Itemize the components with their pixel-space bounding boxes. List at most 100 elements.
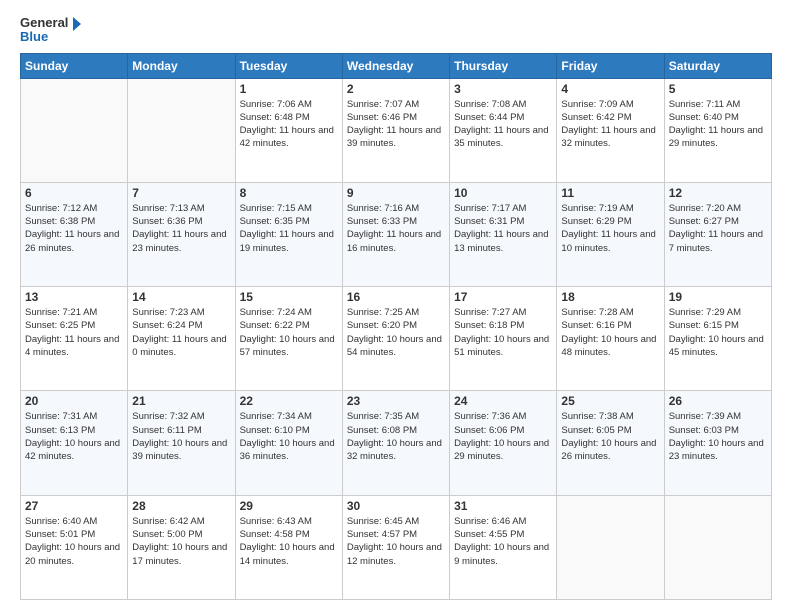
day-number: 15 (240, 290, 338, 304)
logo-container: General Blue (20, 16, 84, 45)
day-detail: Sunrise: 7:09 AM Sunset: 6:42 PM Dayligh… (561, 98, 659, 151)
day-detail: Sunrise: 7:31 AM Sunset: 6:13 PM Dayligh… (25, 410, 123, 463)
calendar-cell: 17 Sunrise: 7:27 AM Sunset: 6:18 PM Dayli… (450, 287, 557, 391)
calendar-cell: 14 Sunrise: 7:23 AM Sunset: 6:24 PM Dayli… (128, 287, 235, 391)
day-detail: Sunrise: 7:06 AM Sunset: 6:48 PM Dayligh… (240, 98, 338, 151)
calendar-cell: 11 Sunrise: 7:19 AM Sunset: 6:29 PM Dayli… (557, 182, 664, 286)
calendar-table: SundayMondayTuesdayWednesdayThursdayFrid… (20, 53, 772, 600)
weekday-header-monday: Monday (128, 53, 235, 78)
calendar-cell: 5 Sunrise: 7:11 AM Sunset: 6:40 PM Daylig… (664, 78, 771, 182)
day-detail: Sunrise: 7:20 AM Sunset: 6:27 PM Dayligh… (669, 202, 767, 255)
weekday-header-tuesday: Tuesday (235, 53, 342, 78)
calendar-cell (128, 78, 235, 182)
day-detail: Sunrise: 6:42 AM Sunset: 5:00 PM Dayligh… (132, 515, 230, 568)
day-detail: Sunrise: 6:43 AM Sunset: 4:58 PM Dayligh… (240, 515, 338, 568)
calendar-cell: 6 Sunrise: 7:12 AM Sunset: 6:38 PM Daylig… (21, 182, 128, 286)
day-number: 9 (347, 186, 445, 200)
day-detail: Sunrise: 7:36 AM Sunset: 6:06 PM Dayligh… (454, 410, 552, 463)
day-number: 21 (132, 394, 230, 408)
day-detail: Sunrise: 7:21 AM Sunset: 6:25 PM Dayligh… (25, 306, 123, 359)
day-detail: Sunrise: 7:25 AM Sunset: 6:20 PM Dayligh… (347, 306, 445, 359)
day-number: 28 (132, 499, 230, 513)
calendar-cell: 9 Sunrise: 7:16 AM Sunset: 6:33 PM Daylig… (342, 182, 449, 286)
calendar-cell: 16 Sunrise: 7:25 AM Sunset: 6:20 PM Dayli… (342, 287, 449, 391)
day-number: 19 (669, 290, 767, 304)
calendar-cell (21, 78, 128, 182)
logo-general: General (20, 16, 84, 30)
day-detail: Sunrise: 7:34 AM Sunset: 6:10 PM Dayligh… (240, 410, 338, 463)
calendar-cell (557, 495, 664, 599)
day-number: 23 (347, 394, 445, 408)
weekday-header-thursday: Thursday (450, 53, 557, 78)
day-number: 14 (132, 290, 230, 304)
day-number: 12 (669, 186, 767, 200)
calendar-cell: 12 Sunrise: 7:20 AM Sunset: 6:27 PM Dayli… (664, 182, 771, 286)
day-number: 16 (347, 290, 445, 304)
calendar-cell: 25 Sunrise: 7:38 AM Sunset: 6:05 PM Dayli… (557, 391, 664, 495)
day-detail: Sunrise: 7:23 AM Sunset: 6:24 PM Dayligh… (132, 306, 230, 359)
calendar-cell: 26 Sunrise: 7:39 AM Sunset: 6:03 PM Dayli… (664, 391, 771, 495)
calendar-cell: 27 Sunrise: 6:40 AM Sunset: 5:01 PM Dayli… (21, 495, 128, 599)
day-number: 6 (25, 186, 123, 200)
calendar-cell: 30 Sunrise: 6:45 AM Sunset: 4:57 PM Dayli… (342, 495, 449, 599)
day-detail: Sunrise: 7:11 AM Sunset: 6:40 PM Dayligh… (669, 98, 767, 151)
calendar-week-3: 13 Sunrise: 7:21 AM Sunset: 6:25 PM Dayli… (21, 287, 772, 391)
day-detail: Sunrise: 6:40 AM Sunset: 5:01 PM Dayligh… (25, 515, 123, 568)
calendar-cell: 10Sunrise: 7:17 AM Sunset: 6:31 PM Dayli… (450, 182, 557, 286)
day-detail: Sunrise: 7:16 AM Sunset: 6:33 PM Dayligh… (347, 202, 445, 255)
day-detail: Sunrise: 7:27 AM Sunset: 6:18 PM Dayligh… (454, 306, 552, 359)
calendar-cell (664, 495, 771, 599)
header: General Blue (20, 16, 772, 45)
day-detail: Sunrise: 7:12 AM Sunset: 6:38 PM Dayligh… (25, 202, 123, 255)
weekday-header-row: SundayMondayTuesdayWednesdayThursdayFrid… (21, 53, 772, 78)
day-number: 20 (25, 394, 123, 408)
day-detail: Sunrise: 7:15 AM Sunset: 6:35 PM Dayligh… (240, 202, 338, 255)
day-detail: Sunrise: 7:39 AM Sunset: 6:03 PM Dayligh… (669, 410, 767, 463)
day-detail: Sunrise: 7:17 AM Sunset: 6:31 PM Dayligh… (454, 202, 552, 255)
calendar-cell: 15 Sunrise: 7:24 AM Sunset: 6:22 PM Dayli… (235, 287, 342, 391)
calendar-cell: 29 Sunrise: 6:43 AM Sunset: 4:58 PM Dayli… (235, 495, 342, 599)
day-number: 25 (561, 394, 659, 408)
day-detail: Sunrise: 7:19 AM Sunset: 6:29 PM Dayligh… (561, 202, 659, 255)
weekday-header-wednesday: Wednesday (342, 53, 449, 78)
day-number: 30 (347, 499, 445, 513)
calendar-cell: 3 Sunrise: 7:08 AM Sunset: 6:44 PM Daylig… (450, 78, 557, 182)
day-number: 11 (561, 186, 659, 200)
day-number: 27 (25, 499, 123, 513)
calendar-cell: 18Sunrise: 7:28 AM Sunset: 6:16 PM Dayli… (557, 287, 664, 391)
day-detail: Sunrise: 7:13 AM Sunset: 6:36 PM Dayligh… (132, 202, 230, 255)
day-number: 22 (240, 394, 338, 408)
day-number: 13 (25, 290, 123, 304)
day-detail: Sunrise: 6:46 AM Sunset: 4:55 PM Dayligh… (454, 515, 552, 568)
day-detail: Sunrise: 6:45 AM Sunset: 4:57 PM Dayligh… (347, 515, 445, 568)
calendar-cell: 2Sunrise: 7:07 AM Sunset: 6:46 PM Daylig… (342, 78, 449, 182)
day-number: 5 (669, 82, 767, 96)
weekday-header-saturday: Saturday (664, 53, 771, 78)
calendar-cell: 13 Sunrise: 7:21 AM Sunset: 6:25 PM Dayli… (21, 287, 128, 391)
day-detail: Sunrise: 7:07 AM Sunset: 6:46 PM Dayligh… (347, 98, 445, 151)
calendar-cell: 23 Sunrise: 7:35 AM Sunset: 6:08 PM Dayli… (342, 391, 449, 495)
day-number: 29 (240, 499, 338, 513)
day-detail: Sunrise: 7:08 AM Sunset: 6:44 PM Dayligh… (454, 98, 552, 151)
calendar-cell: 22 Sunrise: 7:34 AM Sunset: 6:10 PM Dayli… (235, 391, 342, 495)
calendar-cell: 28 Sunrise: 6:42 AM Sunset: 5:00 PM Dayli… (128, 495, 235, 599)
logo: General Blue (20, 16, 84, 45)
day-detail: Sunrise: 7:35 AM Sunset: 6:08 PM Dayligh… (347, 410, 445, 463)
day-number: 17 (454, 290, 552, 304)
calendar-cell: 31 Sunrise: 6:46 AM Sunset: 4:55 PM Dayli… (450, 495, 557, 599)
day-detail: Sunrise: 7:38 AM Sunset: 6:05 PM Dayligh… (561, 410, 659, 463)
day-number: 26 (669, 394, 767, 408)
day-number: 31 (454, 499, 552, 513)
calendar-cell: 4Sunrise: 7:09 AM Sunset: 6:42 PM Daylig… (557, 78, 664, 182)
calendar-week-2: 6 Sunrise: 7:12 AM Sunset: 6:38 PM Daylig… (21, 182, 772, 286)
calendar-cell: 19Sunrise: 7:29 AM Sunset: 6:15 PM Dayli… (664, 287, 771, 391)
day-detail: Sunrise: 7:24 AM Sunset: 6:22 PM Dayligh… (240, 306, 338, 359)
day-detail: Sunrise: 7:32 AM Sunset: 6:11 PM Dayligh… (132, 410, 230, 463)
calendar-cell: 8Sunrise: 7:15 AM Sunset: 6:35 PM Daylig… (235, 182, 342, 286)
day-number: 18 (561, 290, 659, 304)
day-number: 7 (132, 186, 230, 200)
weekday-header-sunday: Sunday (21, 53, 128, 78)
calendar-cell: 20 Sunrise: 7:31 AM Sunset: 6:13 PM Dayli… (21, 391, 128, 495)
day-number: 3 (454, 82, 552, 96)
calendar-cell: 1Sunrise: 7:06 AM Sunset: 6:48 PM Daylig… (235, 78, 342, 182)
